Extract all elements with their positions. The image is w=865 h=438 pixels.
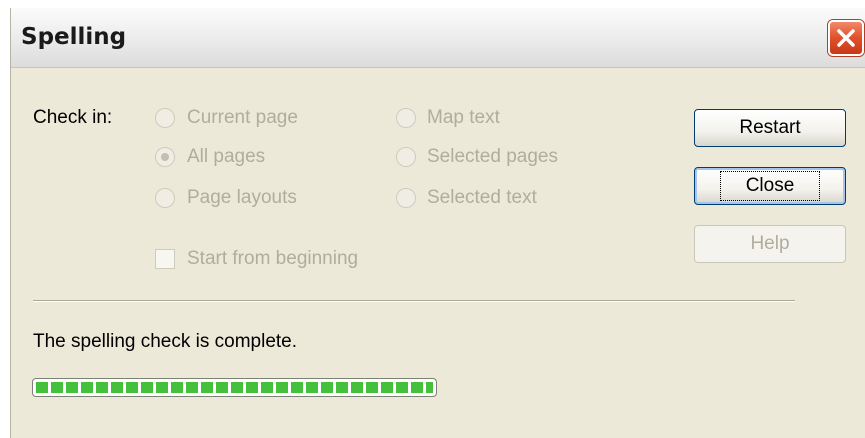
radio-all-pages-label: All pages [187,146,266,167]
radio-current-page[interactable] [155,108,175,128]
status-message: The spelling check is complete. [33,331,298,352]
help-button-label: Help [750,233,790,254]
restart-button-label: Restart [739,117,801,138]
title-bar[interactable]: Spelling [11,8,865,68]
radio-selected-pages[interactable] [396,147,416,167]
radio-current-page-label: Current page [187,107,298,128]
start-from-beginning-label: Start from beginning [187,248,359,269]
separator [33,300,795,302]
close-button-label: Close [719,171,821,201]
dialog-title: Spelling [21,24,127,50]
radio-page-layouts[interactable] [155,188,175,208]
radio-map-text[interactable] [396,108,416,128]
radio-selected-text[interactable] [396,188,416,208]
radio-map-text-label: Map text [427,107,500,128]
help-button[interactable]: Help [694,225,846,263]
progress-fill [36,382,433,393]
start-from-beginning-checkbox[interactable] [155,249,175,269]
radio-selected-pages-label: Selected pages [427,146,558,167]
restart-button[interactable]: Restart [694,109,846,147]
close-button[interactable]: Close [694,167,846,205]
radio-page-layouts-label: Page layouts [187,187,297,208]
spelling-dialog: Spelling Check in: Current page All page… [10,8,865,438]
progress-bar [32,378,437,397]
radio-selected-text-label: Selected text [427,187,537,208]
radio-all-pages[interactable] [155,147,175,167]
check-in-label: Check in: [33,107,113,128]
close-icon[interactable] [828,20,864,56]
